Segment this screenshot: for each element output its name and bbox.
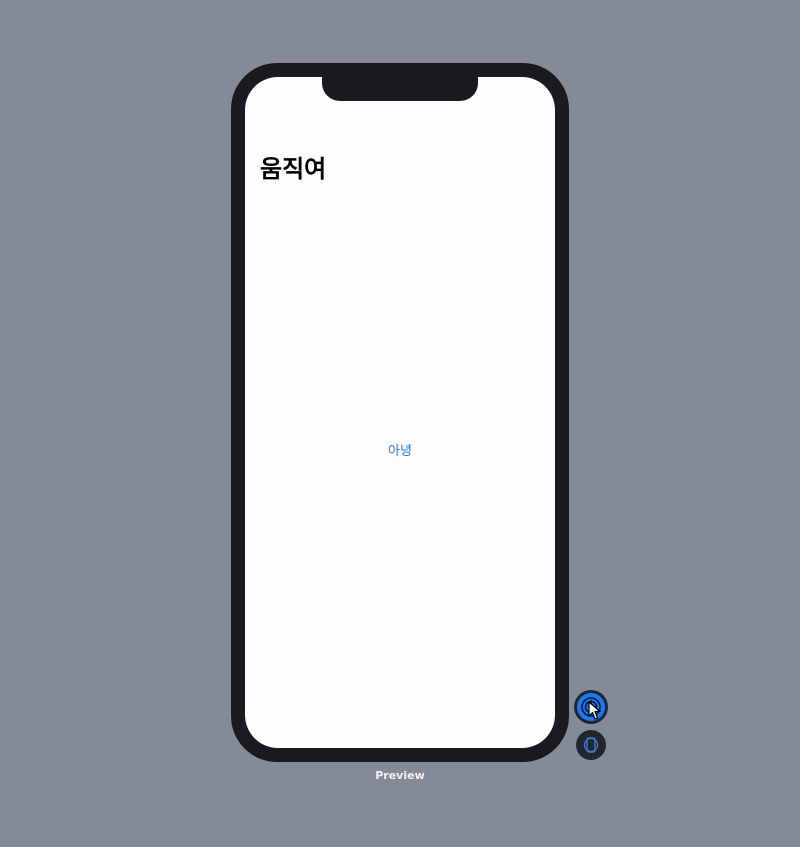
device-notch bbox=[322, 77, 478, 101]
mouse-pointer-icon bbox=[588, 701, 601, 720]
preview-label: Preview bbox=[375, 769, 425, 782]
device-settings-button[interactable] bbox=[576, 730, 606, 760]
device-screen: 움직여 아녕 bbox=[245, 77, 555, 748]
navigation-title: 움직여 bbox=[260, 155, 327, 183]
device-settings-icon bbox=[583, 737, 599, 753]
device-frame: 움직여 아녕 bbox=[231, 63, 569, 762]
navigation-link[interactable]: 아녕 bbox=[245, 444, 555, 460]
